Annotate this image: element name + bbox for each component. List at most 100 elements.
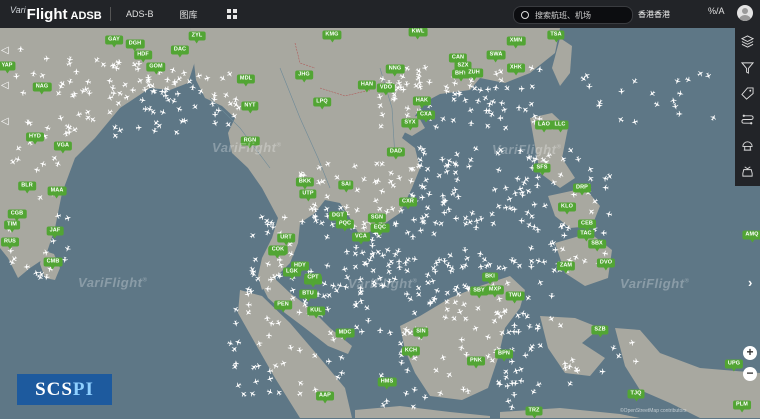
airport-marker[interactable]: CXA — [417, 110, 435, 123]
watermark: VariFlight® — [78, 275, 148, 290]
airport-marker[interactable]: DGH — [125, 39, 145, 52]
airport-marker[interactable]: BKK — [295, 177, 315, 190]
airport-marker[interactable]: LPQ — [313, 97, 331, 110]
airport-marker[interactable]: MDC — [335, 328, 355, 341]
airport-marker[interactable]: LLC — [551, 120, 569, 133]
route-button[interactable] — [735, 106, 760, 132]
airport-marker[interactable]: DAD — [386, 147, 406, 160]
airport-marker[interactable]: VDO — [376, 83, 396, 96]
airport-marker[interactable]: CPT — [304, 273, 322, 286]
airport-marker[interactable]: UTP — [299, 189, 317, 202]
airport-marker[interactable]: GOM — [146, 62, 166, 75]
airport-marker[interactable]: MXP — [485, 285, 505, 298]
expand-panel-chevron-icon[interactable]: › — [748, 275, 752, 290]
airport-marker[interactable]: JAF — [46, 226, 64, 239]
user-avatar-icon[interactable] — [737, 5, 753, 21]
airport-marker[interactable]: TSA — [547, 30, 565, 43]
airport-marker[interactable]: ZUH — [465, 68, 483, 81]
airport-marker[interactable]: VCA — [352, 232, 370, 245]
zoom-out-button[interactable]: − — [743, 367, 757, 381]
nav-ads-b[interactable]: ADS-B — [119, 9, 161, 19]
airport-marker[interactable]: HMS — [377, 377, 397, 390]
airport-marker[interactable]: AAP — [316, 391, 334, 404]
airport-marker[interactable]: YAP — [0, 61, 16, 74]
airport-marker[interactable]: BKI — [482, 272, 498, 285]
airport-marker[interactable]: DAC — [170, 45, 190, 58]
airport-marker[interactable]: CXR — [399, 197, 417, 210]
airport-marker[interactable]: DGT — [329, 211, 347, 224]
airport-marker[interactable]: EQC — [370, 223, 390, 236]
airport-marker[interactable]: NYT — [241, 101, 259, 114]
region-label[interactable]: 香港香港 — [638, 9, 670, 20]
airport-marker[interactable]: GAY — [105, 35, 123, 48]
airport-marker[interactable]: VGA — [53, 141, 73, 154]
airport-marker[interactable]: SYX — [401, 118, 419, 131]
airport-marker[interactable]: PLM — [733, 400, 751, 413]
unit-toggle-icon[interactable]: %/A — [708, 6, 725, 16]
airport-marker[interactable]: TWU — [505, 291, 525, 304]
tag-button[interactable] — [735, 80, 760, 106]
chevron-left-icon[interactable]: ◁ — [1, 45, 9, 56]
vehicle-button[interactable] — [735, 158, 760, 184]
airport-marker[interactable]: CEB — [578, 219, 596, 232]
airport-marker[interactable]: MDL — [236, 74, 256, 87]
airport-marker[interactable]: COK — [268, 245, 288, 258]
search-box[interactable] — [513, 6, 633, 24]
nav-gallery[interactable]: 图库 — [173, 8, 205, 21]
airport-marker[interactable]: MAA — [47, 186, 67, 199]
airport-marker[interactable]: BTU — [299, 289, 317, 302]
brand-logo[interactable]: Vari Flight ADSB — [10, 5, 102, 23]
airport-marker[interactable]: KLO — [558, 202, 576, 215]
airport-marker[interactable]: TJQ — [627, 389, 645, 402]
airport-marker[interactable]: LGK — [283, 267, 301, 280]
airport-marker[interactable]: TAC — [577, 229, 595, 242]
airport-marker[interactable]: DRP — [573, 183, 591, 196]
airport-marker[interactable]: XHK — [507, 63, 525, 76]
airport-marker[interactable]: NAG — [32, 82, 52, 95]
zoom-in-button[interactable]: + — [743, 346, 757, 360]
airport-marker[interactable]: URT — [277, 233, 295, 246]
airport-marker[interactable]: XMN — [506, 36, 526, 49]
airport-marker[interactable]: HAN — [357, 80, 377, 93]
search-input[interactable] — [533, 9, 627, 21]
chevron-left-icon[interactable]: ◁ — [1, 116, 9, 127]
airport-layer[interactable]: GAY DGH HDF GOM DAC ZYL KMG KWL CAN SWA XMN TSA NAG M… — [0, 27, 760, 419]
airport-marker[interactable]: KWL — [408, 27, 428, 40]
airport-marker[interactable]: NNG — [385, 64, 405, 77]
airport-marker[interactable]: DVO — [596, 258, 616, 271]
airport-marker[interactable]: JHG — [295, 70, 313, 83]
airport-marker[interactable]: CGB — [7, 209, 27, 222]
airport-marker[interactable]: LAO — [535, 120, 553, 133]
airport-marker[interactable]: BLR — [18, 181, 36, 194]
airport-marker[interactable]: HDF — [134, 50, 152, 63]
airport-marker[interactable]: PNK — [467, 356, 485, 369]
airport-marker[interactable]: PEN — [274, 300, 292, 313]
airport-marker[interactable]: CMB — [43, 257, 63, 270]
airport-marker[interactable]: AMQ — [742, 230, 760, 243]
airport-marker[interactable]: BPN — [495, 349, 513, 362]
airport-marker[interactable]: KMG — [322, 30, 342, 43]
airport-marker[interactable]: SIN — [413, 327, 429, 340]
airport-marker[interactable]: SAI — [338, 180, 354, 193]
airport-marker[interactable]: SGN — [367, 213, 387, 226]
airport-marker[interactable]: TRZ — [525, 406, 543, 419]
airport-marker[interactable]: TIM — [4, 220, 20, 233]
grid-menu-icon[interactable] — [226, 9, 237, 19]
airport-marker[interactable]: SZB — [591, 325, 609, 338]
airport-marker[interactable]: UPG — [724, 359, 744, 372]
airport-marker[interactable]: ZYL — [188, 31, 206, 44]
airport-marker[interactable]: HYD — [26, 132, 44, 145]
filter-button[interactable] — [735, 54, 760, 80]
airport-marker[interactable]: RUS — [1, 237, 19, 250]
airport-marker[interactable]: HAK — [412, 96, 432, 109]
airport-marker[interactable]: SFS — [533, 163, 551, 176]
radar-button[interactable] — [735, 132, 760, 158]
airport-marker[interactable]: SBY — [470, 286, 488, 299]
airport-marker[interactable]: ZAM — [556, 261, 576, 274]
airport-marker[interactable]: KCH — [401, 346, 421, 359]
airport-marker[interactable]: KUL — [307, 306, 325, 319]
chevron-left-icon[interactable]: ◁ — [1, 80, 9, 91]
airport-marker[interactable]: SBX — [588, 239, 606, 252]
airport-marker[interactable]: SWA — [486, 50, 506, 63]
layers-button[interactable] — [735, 28, 760, 54]
